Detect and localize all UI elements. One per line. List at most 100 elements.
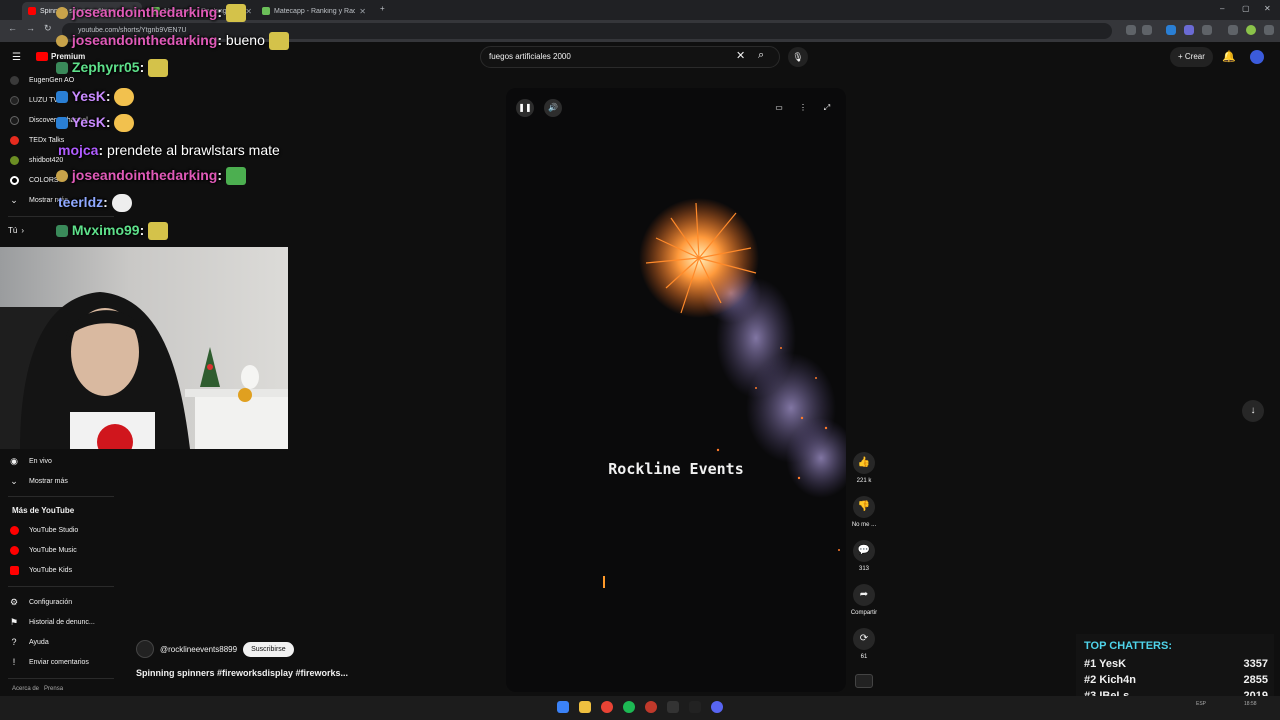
emote-spongebob-icon: [148, 222, 169, 241]
search-icon[interactable]: ⌕: [758, 49, 764, 62]
close-icon[interactable]: ✕: [245, 7, 252, 16]
search-input[interactable]: fuegos artificiales 2000: [480, 46, 780, 68]
subscribe-button[interactable]: Suscribirse: [243, 641, 294, 657]
dislike-button[interactable]: 👎 No me ...: [852, 496, 876, 528]
channel-avatar: [9, 175, 19, 185]
sidebar-show-more[interactable]: ⌄ Mostrar más: [8, 475, 68, 487]
chrome-icon[interactable]: [601, 701, 613, 713]
more-options-icon[interactable]: ⋮: [794, 99, 812, 117]
sidebar-item-report-history[interactable]: ⚑ Historial de denunc...: [8, 616, 95, 628]
captions-icon[interactable]: ▭: [770, 99, 788, 117]
sidebar-item-settings[interactable]: ⚙ Configuración: [8, 596, 72, 608]
chevron-down-icon: ⌄: [10, 475, 18, 486]
extensions-puzzle-icon[interactable]: [1202, 25, 1212, 35]
maximize-button[interactable]: ▢: [1242, 4, 1250, 13]
app-icon[interactable]: [689, 701, 701, 713]
top-chatter-row: #1 YesK 3357: [1084, 658, 1268, 670]
divider: [8, 678, 114, 679]
like-button[interactable]: 👍 221 k: [852, 452, 876, 484]
app-icon[interactable]: [645, 701, 657, 713]
sound-thumbnail[interactable]: [852, 674, 876, 688]
profile-avatar[interactable]: [1246, 25, 1256, 35]
clear-search-icon[interactable]: ✕: [736, 49, 745, 62]
fullscreen-icon[interactable]: ⤢: [818, 99, 836, 117]
sidebar-item-eugengen[interactable]: EugenGen AO: [8, 74, 74, 86]
new-tab-icon[interactable]: +: [380, 4, 385, 13]
app-icon[interactable]: [667, 701, 679, 713]
youtube-music-icon: [9, 545, 19, 555]
footer-links[interactable]: Acerca de Prensa: [12, 686, 63, 692]
extension-icon[interactable]: [1166, 25, 1176, 35]
divider: [8, 586, 114, 587]
windows-start-icon[interactable]: [557, 701, 569, 713]
video-overlay-text: Rockline Events: [608, 460, 744, 478]
forward-icon[interactable]: →: [26, 23, 35, 33]
close-icon[interactable]: ✕: [129, 7, 136, 16]
sidebar-item-youtube-music[interactable]: YouTube Music: [8, 544, 77, 556]
youtube-kids-icon: [9, 565, 19, 575]
sidebar-item-shidbot[interactable]: shidbot420: [8, 154, 63, 166]
reload-icon[interactable]: ↻: [44, 23, 52, 34]
extension-icon[interactable]: [1184, 25, 1194, 35]
sidebar-item-discovery[interactable]: Discovery Channel: [8, 114, 88, 126]
channel-avatar: [9, 95, 19, 105]
next-video-arrow-icon[interactable]: ↓: [1242, 400, 1264, 422]
help-icon: ?: [11, 637, 17, 647]
volume-icon[interactable]: 🔊: [544, 99, 562, 117]
sidebar-show-more-subs[interactable]: ⌄ Mostrar más: [8, 194, 68, 206]
sidebar-item-luzutv[interactable]: LUZU TV: [8, 94, 58, 106]
video-title[interactable]: Spinning spinners #fireworksdisplay #fir…: [136, 668, 348, 678]
shorts-video-player[interactable]: ❚❚ 🔊 ▭ ⋮ ⤢ Rockline Events: [506, 88, 846, 692]
menu-dots-icon[interactable]: [1264, 25, 1274, 35]
sidebar-item-tedx[interactable]: TEDx Talks: [8, 134, 64, 146]
close-window-button[interactable]: ✕: [1264, 4, 1271, 13]
youtube-logo[interactable]: Premium: [36, 52, 85, 61]
notifications-bell-icon[interactable]: 🔔: [1222, 50, 1236, 63]
tab-matecapp-1[interactable]: Matecapp - Ranking y Racha d ✕: [146, 2, 258, 20]
flag-icon: ⚑: [9, 616, 19, 627]
sidebar-item-youtube-studio[interactable]: YouTube Studio: [8, 524, 78, 536]
create-button[interactable]: + Crear: [1170, 47, 1213, 67]
tab-matecapp-2[interactable]: Matecapp - Ranking y Racha d ✕: [256, 2, 372, 20]
divider: [8, 216, 114, 217]
voice-search-icon[interactable]: 🎙: [788, 47, 808, 67]
sidebar-item-feedback[interactable]: ! Enviar comentarios: [8, 656, 89, 668]
feedback-icon: !: [12, 657, 16, 667]
address-bar-row: ← → ↻ youtube.com/shorts/Ytgnb9VEN7U: [0, 20, 1280, 42]
gear-icon: ⚙: [9, 596, 19, 607]
back-icon[interactable]: ←: [8, 23, 17, 33]
close-icon[interactable]: ✕: [359, 7, 366, 16]
more-from-youtube-header: Más de YouTube: [12, 506, 75, 515]
share-button[interactable]: ➦ Compartir: [851, 584, 877, 616]
sidebar-item-youtube-kids[interactable]: YouTube Kids: [8, 564, 72, 576]
discord-icon[interactable]: [711, 701, 723, 713]
webcam-overlay: [0, 247, 288, 460]
windows-taskbar: [0, 696, 1280, 720]
url-input[interactable]: youtube.com/shorts/Ytgnb9VEN7U: [62, 23, 1112, 39]
sidebar-item-help[interactable]: ? Ayuda: [8, 636, 48, 648]
comments-button[interactable]: 💬 313: [852, 540, 876, 572]
clock[interactable]: 18:58: [1244, 701, 1257, 707]
bookmark-star-icon[interactable]: [1142, 25, 1152, 35]
sidebar-you[interactable]: Tú ›: [8, 226, 24, 235]
pause-icon[interactable]: ❚❚: [516, 99, 534, 117]
channel-avatar: [9, 135, 19, 145]
sidebar-item-colors[interactable]: COLORS: [8, 174, 59, 186]
fireworks-video-frame: [603, 198, 846, 588]
remix-icon: ⟳: [853, 628, 875, 650]
channel-handle[interactable]: @rocklineevents8899: [160, 645, 237, 654]
language-indicator[interactable]: ESP: [1196, 701, 1206, 707]
install-icon[interactable]: [1126, 25, 1136, 35]
account-avatar[interactable]: [1250, 50, 1264, 64]
hamburger-menu-icon[interactable]: ☰: [12, 52, 21, 63]
minimize-button[interactable]: –: [1220, 4, 1224, 13]
tab-search-icon[interactable]: [1228, 25, 1238, 35]
channel-avatar[interactable]: [136, 640, 154, 658]
thumbs-up-icon: 👍: [853, 452, 875, 474]
file-explorer-icon[interactable]: [579, 701, 591, 713]
sidebar-item-live[interactable]: ◉ En vivo: [8, 455, 52, 467]
matecapp-favicon-icon: [262, 7, 270, 15]
spotify-icon[interactable]: [623, 701, 635, 713]
remix-button[interactable]: ⟳ 61: [852, 628, 876, 660]
tab-youtube[interactable]: Spinning spinners #firew ✕: [22, 2, 142, 20]
